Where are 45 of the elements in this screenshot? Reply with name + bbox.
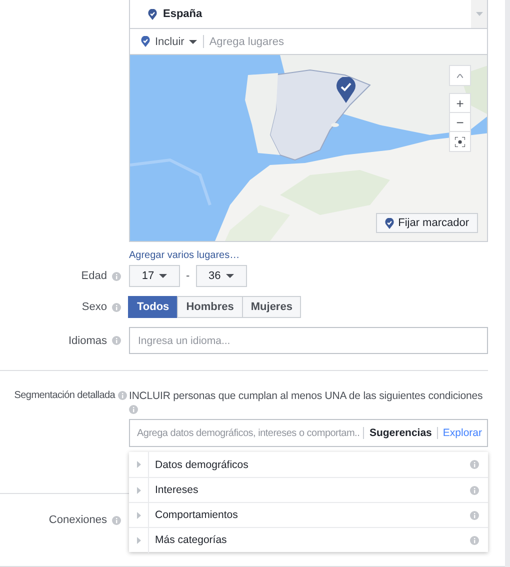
category-item[interactable]: Datos demográficos xyxy=(129,452,488,477)
location-pin-icon xyxy=(385,218,394,228)
info-icon[interactable] xyxy=(112,302,121,312)
map-marker-icon[interactable] xyxy=(336,77,356,103)
location-pin-icon xyxy=(148,8,157,20)
info-icon[interactable] xyxy=(118,391,127,400)
info-icon[interactable] xyxy=(470,510,479,520)
info-icon[interactable] xyxy=(470,486,479,494)
location-pin-icon xyxy=(141,36,150,47)
add-places-link[interactable]: Agregar varios lugares… xyxy=(129,250,488,261)
language-input-field[interactable]: Ingresa un idioma... xyxy=(129,327,488,354)
info-icon[interactable] xyxy=(112,272,121,280)
recenter-icon xyxy=(455,136,465,146)
field-label: Sexo xyxy=(82,301,107,313)
range-separator: - xyxy=(186,270,190,282)
caret-up-icon xyxy=(457,74,463,78)
field-label: Segmentación detallada xyxy=(14,390,115,401)
category-item[interactable]: Intereses xyxy=(129,477,488,502)
gender-option[interactable]: Todos xyxy=(128,296,178,318)
search-tab[interactable]: Sugerencias xyxy=(363,427,437,439)
selected-location: España xyxy=(163,8,202,20)
category-item[interactable]: Más categorías xyxy=(129,527,488,552)
info-icon[interactable] xyxy=(470,536,479,544)
detailed-targeting-field[interactable]: Agrega datos demográficos, intereses o comportam.. Sugerencias Explorar xyxy=(129,419,488,447)
scrollbar[interactable] xyxy=(471,0,487,28)
field-label: Conexiones xyxy=(48,514,107,526)
age-dropdown[interactable]: 36 xyxy=(196,265,247,287)
search-tab[interactable]: Explorar xyxy=(436,427,487,439)
gender-option[interactable]: Mujeres xyxy=(242,296,302,318)
info-icon[interactable] xyxy=(112,336,121,345)
info-icon[interactable] xyxy=(129,405,138,414)
caret-icon xyxy=(189,40,198,44)
caret-icon xyxy=(226,274,234,278)
info-icon[interactable] xyxy=(470,460,479,469)
set-marker-button[interactable]: Fijar marcador xyxy=(376,213,478,233)
caret-icon xyxy=(159,274,168,278)
age-dropdown[interactable]: 17 xyxy=(129,265,180,287)
category-item[interactable]: Comportamientos xyxy=(129,502,488,527)
info-icon[interactable] xyxy=(112,516,121,524)
field-label: Idiomas xyxy=(68,334,107,346)
include-dropdown[interactable]: Incluir xyxy=(141,35,204,48)
description-text: INCLUIR personas que cumplan al menos UNA de las siguientes condiciones xyxy=(129,390,484,403)
caret-icon xyxy=(476,12,482,16)
field-label: Edad xyxy=(81,270,107,282)
gender-option[interactable]: Hombres xyxy=(177,296,243,318)
